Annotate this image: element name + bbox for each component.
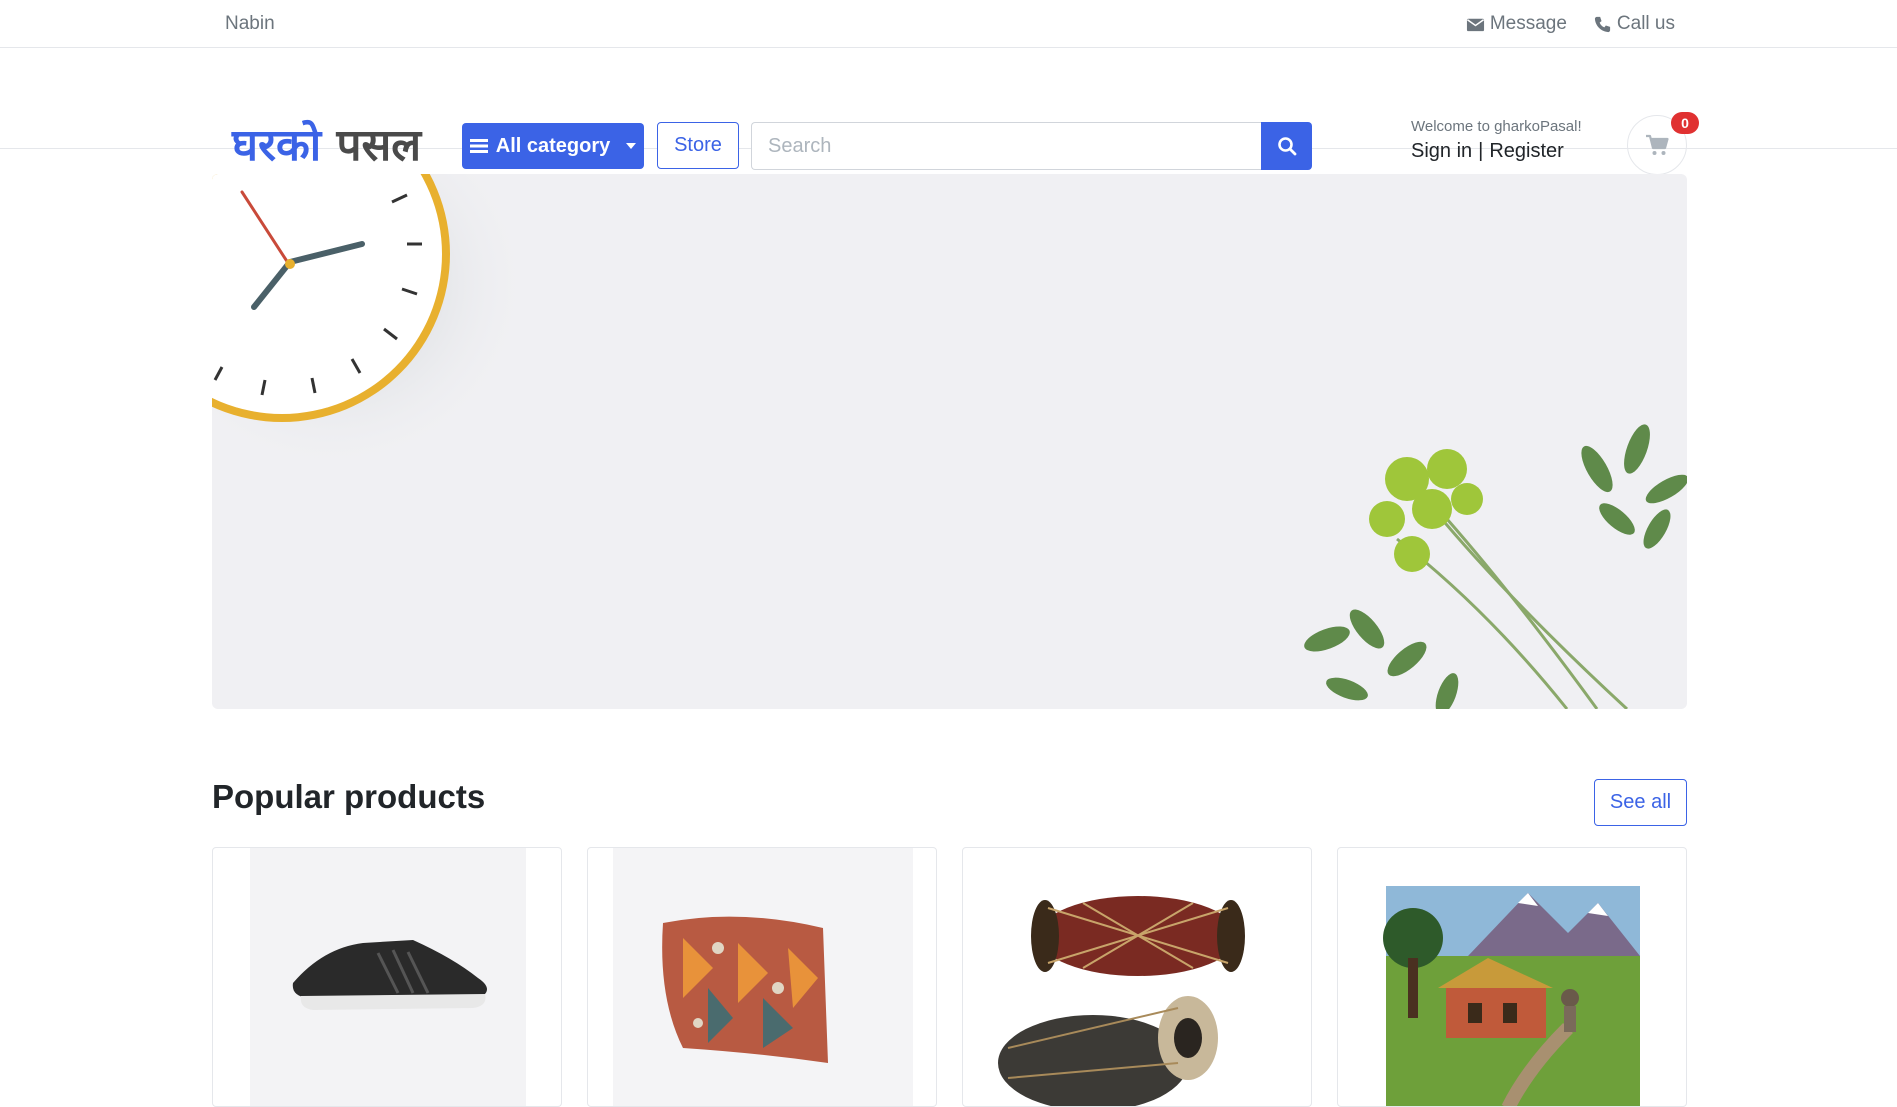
madal-drum-image — [998, 896, 1245, 1106]
search-input[interactable] — [751, 122, 1261, 170]
sign-in-link[interactable]: Sign in — [1411, 140, 1472, 163]
cart-button[interactable]: 0 — [1627, 112, 1699, 175]
message-label: Message — [1489, 13, 1567, 34]
product-card[interactable] — [587, 847, 937, 1107]
all-category-dropdown[interactable]: All category — [462, 123, 644, 169]
category-label: All category — [495, 134, 611, 157]
popular-products-title: Popular products — [212, 778, 486, 815]
auth-links: Sign in | Register — [1411, 140, 1564, 163]
logo-text-secondary: पसल — [336, 120, 422, 171]
search-icon — [1277, 137, 1296, 156]
message-link[interactable]: Message — [1466, 13, 1567, 35]
menu-bars-icon — [469, 139, 488, 153]
sneaker-image — [250, 848, 526, 1106]
shopping-cart-icon — [1646, 134, 1669, 155]
call-label: Call us — [1616, 13, 1675, 34]
call-link[interactable]: Call us — [1593, 13, 1675, 35]
phone-icon — [1594, 16, 1611, 32]
product-card[interactable] — [212, 847, 562, 1107]
main-header: घरको पसल All category Store Welcome to g… — [0, 48, 1897, 175]
top-utility-bar: Nabin Message Call us — [0, 0, 1897, 48]
welcome-text: Welcome to gharkoPasal! — [1411, 118, 1582, 135]
see-all-button[interactable]: See all — [1594, 779, 1687, 826]
search-bar — [751, 122, 1312, 170]
caret-down-icon — [626, 143, 637, 149]
envelope-icon — [1466, 18, 1484, 31]
village-painting-image — [1383, 886, 1640, 1106]
cart-count-badge: 0 — [1671, 112, 1699, 134]
product-card[interactable] — [962, 847, 1312, 1107]
auth-separator: | — [1478, 140, 1484, 162]
banner-flowers-image — [1304, 424, 1687, 709]
hero-banner[interactable] — [212, 174, 1687, 709]
product-grid — [212, 847, 1687, 1107]
product-card[interactable] — [1337, 847, 1687, 1107]
site-logo[interactable]: घरको पसल — [232, 120, 421, 172]
store-button[interactable]: Store — [657, 122, 739, 169]
search-button[interactable] — [1261, 122, 1312, 170]
username-label: Nabin — [225, 13, 275, 34]
woven-bag-image — [613, 848, 913, 1106]
top-links: Message Call us — [1466, 13, 1675, 35]
logo-text-primary: घरको — [232, 120, 322, 171]
register-link[interactable]: Register — [1489, 140, 1563, 163]
